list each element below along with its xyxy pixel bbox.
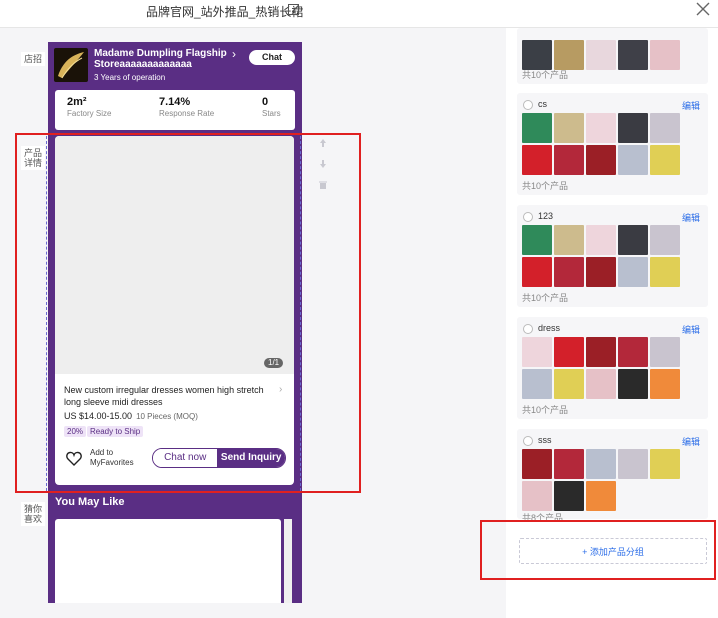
- product-thumbnail[interactable]: [522, 481, 552, 511]
- add-product-group-button[interactable]: + 添加产品分组: [519, 538, 707, 564]
- product-thumbnail[interactable]: [618, 145, 648, 175]
- product-thumbnail[interactable]: [586, 449, 616, 479]
- shop-logo: [54, 48, 88, 82]
- group-edit-link[interactable]: 编辑: [682, 99, 700, 112]
- group-name: 123: [538, 211, 554, 221]
- product-thumbnail[interactable]: [586, 481, 616, 511]
- group-checkbox[interactable]: [523, 436, 533, 446]
- edit-icon[interactable]: [288, 3, 300, 15]
- product-thumbnail[interactable]: [522, 449, 552, 479]
- product-thumbnail[interactable]: [586, 257, 616, 287]
- product-thumbnail[interactable]: [650, 225, 680, 255]
- product-thumbnail[interactable]: [522, 337, 552, 367]
- shop-stats: 2m² Factory Size 7.14% Response Rate 0 S…: [55, 90, 295, 130]
- group-count: 共10个产品: [522, 181, 569, 191]
- highlight-box-product-detail: [15, 133, 361, 493]
- product-thumbnail[interactable]: [586, 40, 616, 70]
- product-thumbnail[interactable]: [586, 369, 616, 399]
- group-count: 共10个产品: [522, 293, 569, 303]
- product-thumbnail[interactable]: [650, 257, 680, 287]
- product-group-card: sss 编辑 共8个产品: [517, 429, 708, 523]
- group-checkbox[interactable]: [523, 324, 533, 334]
- product-group-card: 共10个产品: [517, 28, 708, 84]
- top-bar: 品牌官网_站外推品_热销长裙: [0, 0, 718, 28]
- product-thumbnail[interactable]: [618, 113, 648, 143]
- group-edit-link[interactable]: 编辑: [682, 323, 700, 336]
- product-thumbnail[interactable]: [522, 145, 552, 175]
- shop-years: 3 Years of operation: [94, 73, 166, 82]
- side-label-shop-sign[interactable]: 店招: [21, 52, 45, 66]
- product-thumbnail[interactable]: [586, 225, 616, 255]
- product-thumbnail[interactable]: [650, 369, 680, 399]
- product-thumbnail[interactable]: [554, 257, 584, 287]
- chat-button[interactable]: Chat: [249, 50, 295, 65]
- you-may-like-heading: You May Like: [55, 496, 125, 508]
- shop-name: Madame Dumpling Flagship Storeaaaaaaaaaa…: [94, 48, 227, 70]
- group-checkbox[interactable]: [523, 100, 533, 110]
- product-thumbnail[interactable]: [554, 337, 584, 367]
- group-thumbnails: [522, 40, 702, 70]
- product-thumbnail[interactable]: [522, 257, 552, 287]
- product-thumbnail[interactable]: [586, 145, 616, 175]
- group-count: 共10个产品: [522, 70, 569, 80]
- product-thumbnail[interactable]: [618, 225, 648, 255]
- group-name: cs: [538, 99, 547, 109]
- stat-stars: 0 Stars: [262, 96, 281, 118]
- close-icon[interactable]: [694, 0, 712, 18]
- product-thumbnail[interactable]: [522, 113, 552, 143]
- group-name: sss: [538, 435, 552, 445]
- product-thumbnail[interactable]: [618, 449, 648, 479]
- product-thumbnail[interactable]: [650, 40, 680, 70]
- group-thumbnails: [522, 449, 702, 511]
- you-may-like-card[interactable]: [55, 519, 281, 603]
- product-thumbnail[interactable]: [650, 449, 680, 479]
- shop-header: Madame Dumpling Flagship Storeaaaaaaaaaa…: [48, 42, 302, 86]
- product-thumbnail[interactable]: [554, 481, 584, 511]
- product-thumbnail[interactable]: [618, 40, 648, 70]
- product-thumbnail[interactable]: [586, 337, 616, 367]
- side-label-guess-you-like[interactable]: 猜你喜欢: [21, 502, 45, 526]
- chevron-right-icon[interactable]: ›: [232, 47, 236, 61]
- product-thumbnail[interactable]: [522, 225, 552, 255]
- product-thumbnail[interactable]: [554, 449, 584, 479]
- product-thumbnail[interactable]: [522, 369, 552, 399]
- group-edit-link[interactable]: 编辑: [682, 435, 700, 448]
- product-group-card: 123 编辑 共10个产品: [517, 205, 708, 307]
- product-thumbnail[interactable]: [650, 337, 680, 367]
- product-thumbnail[interactable]: [522, 40, 552, 70]
- product-thumbnail[interactable]: [650, 113, 680, 143]
- product-thumbnail[interactable]: [586, 113, 616, 143]
- product-group-card: dress 编辑 共10个产品: [517, 317, 708, 419]
- group-edit-link[interactable]: 编辑: [682, 211, 700, 224]
- stat-response-rate: 7.14% Response Rate: [159, 96, 215, 118]
- product-thumbnail[interactable]: [554, 369, 584, 399]
- product-thumbnail[interactable]: [650, 145, 680, 175]
- product-thumbnail[interactable]: [554, 113, 584, 143]
- group-name: dress: [538, 323, 561, 333]
- group-thumbnails: [522, 113, 702, 175]
- product-thumbnail[interactable]: [618, 257, 648, 287]
- product-thumbnail[interactable]: [554, 225, 584, 255]
- stat-factory-size: 2m² Factory Size: [67, 96, 112, 118]
- group-checkbox[interactable]: [523, 212, 533, 222]
- scrollbar[interactable]: [284, 519, 292, 603]
- product-thumbnail[interactable]: [554, 40, 584, 70]
- product-group-card: cs 编辑 共10个产品: [517, 93, 708, 195]
- group-thumbnails: [522, 225, 702, 287]
- product-thumbnail[interactable]: [554, 145, 584, 175]
- product-thumbnail[interactable]: [618, 369, 648, 399]
- product-thumbnail[interactable]: [618, 337, 648, 367]
- group-count: 共10个产品: [522, 405, 569, 415]
- page-title: 品牌官网_站外推品_热销长裙: [146, 5, 304, 19]
- group-thumbnails: [522, 337, 702, 399]
